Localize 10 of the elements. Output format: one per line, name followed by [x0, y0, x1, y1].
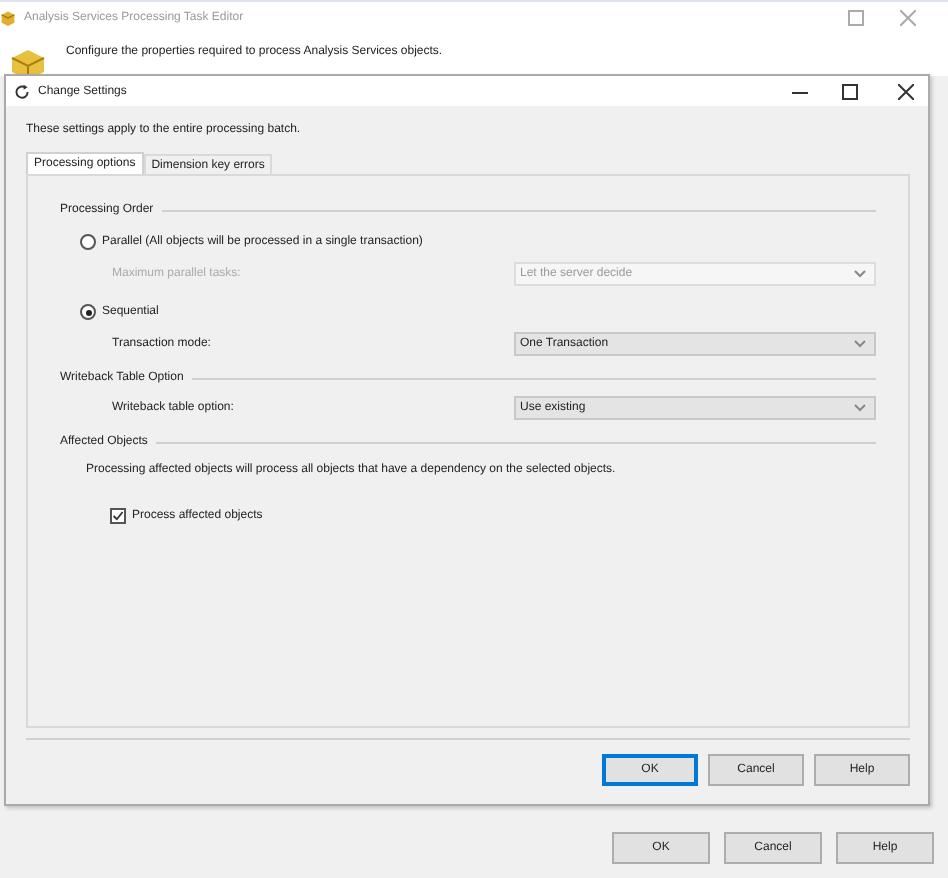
cube-icon	[0, 10, 16, 26]
radio-button[interactable]	[80, 234, 96, 250]
radio-button[interactable]	[80, 304, 96, 320]
chevron-down-icon	[854, 340, 866, 348]
maximize-icon[interactable]	[842, 83, 858, 99]
refresh-icon	[14, 83, 30, 99]
close-icon[interactable]	[898, 83, 914, 99]
checkbox[interactable]	[110, 508, 126, 524]
chevron-down-icon	[854, 404, 866, 412]
chevron-down-icon	[854, 270, 866, 278]
